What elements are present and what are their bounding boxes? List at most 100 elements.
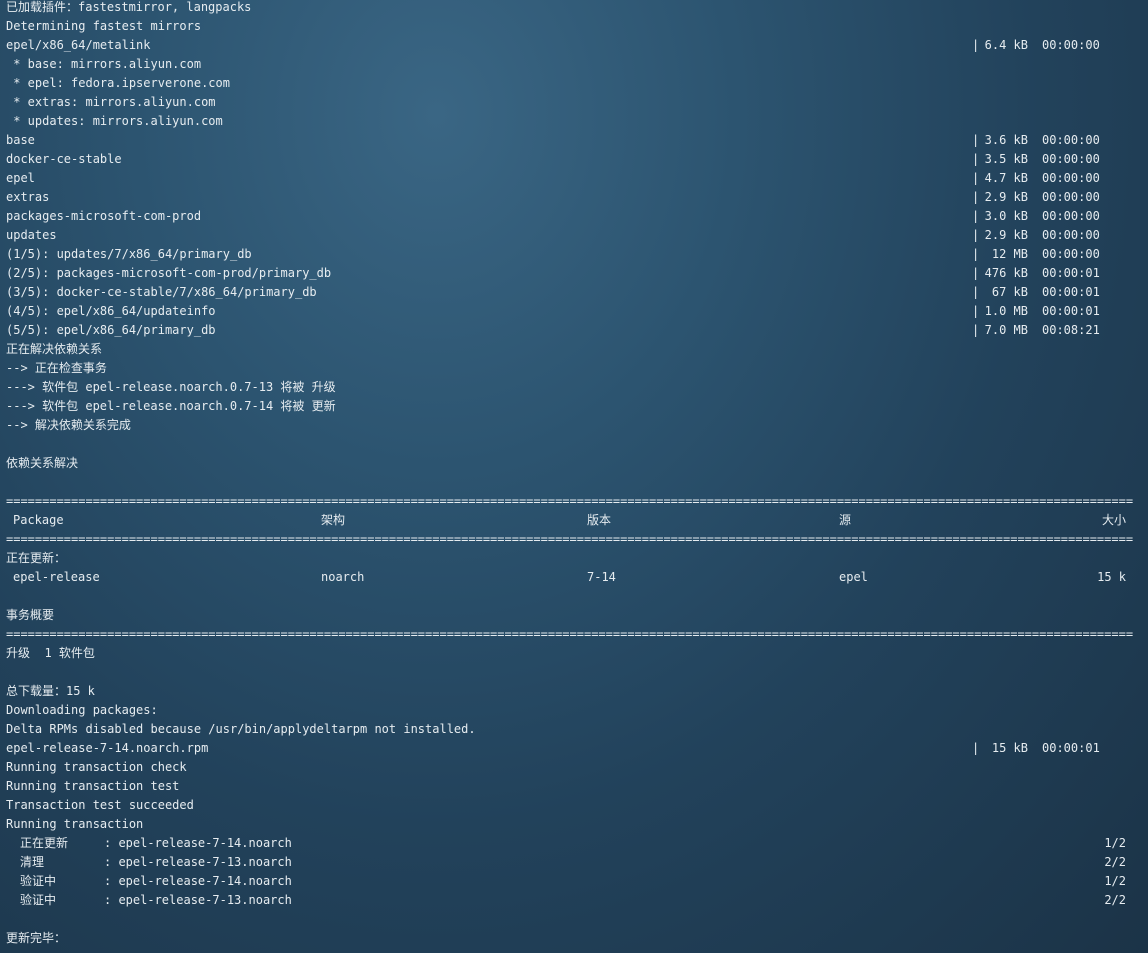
pipe-separator: | (972, 741, 980, 755)
download-time: 00:08:21 (1042, 323, 1100, 337)
output-line: 依赖关系解决 (6, 456, 79, 470)
table-header-arch: 架构 (321, 513, 346, 527)
download-time: 00:00:00 (1042, 247, 1100, 261)
output-line: Running transaction (6, 817, 144, 831)
output-line: 总下载量：15 k (6, 684, 95, 698)
output-line: 正在更新： (6, 551, 67, 565)
output-line: --> 正在检查事务 (6, 361, 107, 375)
output-line: 已加载插件：fastestmirror, langpacks (6, 0, 252, 14)
output-line: updates (6, 228, 57, 242)
output-line: (5/5): epel/x86_64/primary_db (6, 323, 216, 337)
output-line: ---> 软件包 epel-release.noarch.0.7-13 将被 升… (6, 380, 336, 394)
output-line: packages-microsoft-com-prod (6, 209, 202, 223)
transaction-action: 清理 (20, 855, 45, 869)
output-line: 升级 1 软件包 (6, 646, 95, 660)
output-line: epel/x86_64/metalink (6, 38, 151, 52)
pipe-separator: | (972, 209, 980, 223)
table-cell-arch: noarch (321, 570, 365, 584)
download-size: 2.9 kB (984, 228, 1028, 242)
terminal-output[interactable]: 已加载插件：fastestmirror, langpacks Determinin… (0, 0, 1148, 953)
download-size: 2.9 kB (984, 190, 1028, 204)
transaction-progress: 2/2 (1104, 855, 1126, 869)
output-line: Running transaction test (6, 779, 180, 793)
download-size: 4.7 kB (984, 171, 1028, 185)
transaction-action: 正在更新 (20, 836, 69, 850)
download-size: 1.0 MB (984, 304, 1028, 318)
download-size: 12 MB (991, 247, 1028, 261)
output-line: * extras: mirrors.aliyun.com (6, 95, 216, 109)
output-line: * base: mirrors.aliyun.com (6, 57, 202, 71)
transaction-progress: 1/2 (1104, 836, 1126, 850)
download-time: 00:00:01 (1042, 741, 1100, 755)
pipe-separator: | (972, 285, 980, 299)
download-size: 7.0 MB (984, 323, 1028, 337)
output-line: Delta RPMs disabled because /usr/bin/app… (6, 722, 476, 736)
output-line: --> 解决依赖关系完成 (6, 418, 131, 432)
transaction-package: : epel-release-7-13.noarch (104, 893, 292, 907)
output-line: extras (6, 190, 50, 204)
download-time: 00:00:01 (1042, 266, 1100, 280)
download-time: 00:00:00 (1042, 190, 1100, 204)
table-cell-size: 15 k (1097, 570, 1126, 584)
pipe-separator: | (972, 247, 980, 261)
download-size: 67 kB (991, 285, 1028, 299)
download-time: 00:00:00 (1042, 152, 1100, 166)
transaction-progress: 2/2 (1104, 893, 1126, 907)
pipe-separator: | (972, 152, 980, 166)
pipe-separator: | (972, 323, 980, 337)
output-line: 正在解决依赖关系 (6, 342, 103, 356)
output-line: (2/5): packages-microsoft-com-prod/prima… (6, 266, 332, 280)
download-size: 3.6 kB (984, 133, 1028, 147)
download-size: 6.4 kB (984, 38, 1028, 52)
download-time: 00:00:01 (1042, 304, 1100, 318)
table-cell-repo: epel (839, 570, 868, 584)
transaction-package: : epel-release-7-14.noarch (104, 874, 292, 888)
separator-line: ========================================… (6, 627, 1133, 641)
transaction-action: 验证中 (20, 893, 57, 907)
table-header-repo: 源 (839, 513, 852, 527)
output-line: epel-release-7-14.noarch.rpm (6, 741, 209, 755)
output-line: 事务概要 (6, 608, 55, 622)
output-line: (3/5): docker-ce-stable/7/x86_64/primary… (6, 285, 317, 299)
output-line: Downloading packages: (6, 703, 158, 717)
output-line: * updates: mirrors.aliyun.com (6, 114, 223, 128)
transaction-action: 验证中 (20, 874, 57, 888)
pipe-separator: | (972, 38, 980, 52)
table-header-size: 大小 (1101, 513, 1126, 527)
table-header-version: 版本 (587, 513, 612, 527)
download-size: 3.5 kB (984, 152, 1028, 166)
download-time: 00:00:00 (1042, 38, 1100, 52)
output-line: ---> 软件包 epel-release.noarch.0.7-14 将被 更… (6, 399, 336, 413)
output-line: Running transaction check (6, 760, 187, 774)
separator-line: ========================================… (6, 494, 1133, 508)
pipe-separator: | (972, 304, 980, 318)
pipe-separator: | (972, 171, 980, 185)
output-line: (1/5): updates/7/x86_64/primary_db (6, 247, 252, 261)
download-time: 00:00:00 (1042, 171, 1100, 185)
download-time: 00:00:00 (1042, 228, 1100, 242)
output-line: docker-ce-stable (6, 152, 122, 166)
output-line: base (6, 133, 35, 147)
pipe-separator: | (972, 266, 980, 280)
download-size: 3.0 kB (984, 209, 1028, 223)
table-cell-version: 7-14 (587, 570, 616, 584)
download-size: 476 kB (984, 266, 1028, 280)
pipe-separator: | (972, 228, 980, 242)
download-time: 00:00:01 (1042, 285, 1100, 299)
download-time: 00:00:00 (1042, 133, 1100, 147)
transaction-package: : epel-release-7-13.noarch (104, 855, 292, 869)
output-line: epel (6, 171, 35, 185)
separator-line: ========================================… (6, 532, 1133, 546)
transaction-package: : epel-release-7-14.noarch (104, 836, 292, 850)
output-line: 更新完毕： (6, 931, 67, 945)
output-line: * epel: fedora.ipserverone.com (6, 76, 230, 90)
output-line: Transaction test succeeded (6, 798, 194, 812)
transaction-progress: 1/2 (1104, 874, 1126, 888)
download-size: 15 kB (991, 741, 1028, 755)
table-header-package: Package (13, 513, 64, 527)
table-cell-package: epel-release (13, 570, 100, 584)
output-line: (4/5): epel/x86_64/updateinfo (6, 304, 216, 318)
pipe-separator: | (972, 190, 980, 204)
pipe-separator: | (972, 133, 980, 147)
download-time: 00:00:00 (1042, 209, 1100, 223)
